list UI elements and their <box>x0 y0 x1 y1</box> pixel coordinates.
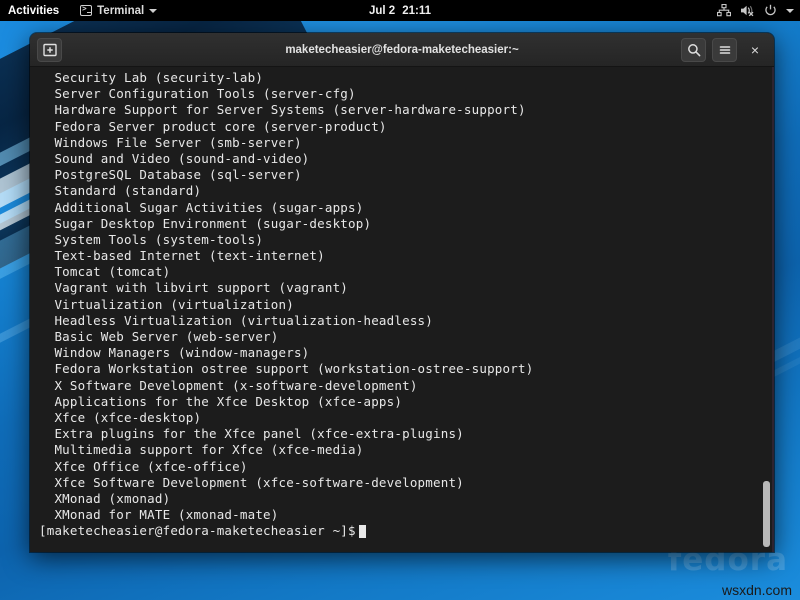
terminal-line: Xfce (xfce-desktop) <box>39 409 202 425</box>
chevron-down-icon[interactable] <box>786 8 794 13</box>
terminal-line: Security Lab (security-lab) <box>39 70 264 85</box>
terminal-line: System Tools (system-tools) <box>39 231 264 247</box>
terminal-line: PostgreSQL Database (sql-server) <box>39 167 302 183</box>
terminal-output: Security Lab (security-lab) Server Confi… <box>30 70 774 523</box>
terminal-line: Extra plugins for the Xfce panel (xfce-e… <box>39 426 464 442</box>
prompt-text: [maketecheasier@fedora-maketecheasier ~]… <box>39 523 356 539</box>
power-icon[interactable] <box>764 4 777 17</box>
terminal-right-edge <box>772 67 774 552</box>
app-menu-terminal[interactable]: Terminal <box>80 4 158 17</box>
terminal-scrollbar-thumb[interactable] <box>763 481 770 547</box>
window-title: maketecheasier@fedora-maketecheasier:~ <box>285 43 519 56</box>
terminal-line: Headless Virtualization (virtualization-… <box>39 312 434 328</box>
system-tray[interactable] <box>717 4 794 17</box>
site-watermark: wsxdn.com <box>721 582 792 598</box>
clock[interactable]: Jul 2 21:11 <box>369 5 431 17</box>
terminal-line: Window Managers (window-managers) <box>39 345 310 361</box>
clock-time: 21:11 <box>402 4 431 17</box>
clock-date: Jul 2 <box>369 4 396 17</box>
terminal-line: Server Configuration Tools (server-cfg) <box>39 86 356 102</box>
terminal-line: Additional Sugar Activities (sugar-apps) <box>39 199 364 215</box>
terminal-line: X Software Development (x-software-devel… <box>39 377 418 393</box>
chevron-down-icon <box>149 8 158 13</box>
terminal-line: Multimedia support for Xfce (xfce-media) <box>39 442 364 458</box>
terminal-line: Sugar Desktop Environment (sugar-desktop… <box>39 215 372 231</box>
gnome-top-bar: Activities Terminal Jul 2 21:11 <box>0 0 800 21</box>
terminal-scrollbar-track[interactable] <box>763 67 772 552</box>
terminal-line: Virtualization (virtualization) <box>39 296 294 312</box>
app-menu-label: Terminal <box>97 4 145 17</box>
terminal-line: Fedora Workstation ostree support (works… <box>39 361 534 377</box>
terminal-line: XMonad (xmonad) <box>39 490 171 506</box>
terminal-line: Tomcat (tomcat) <box>39 264 171 280</box>
terminal-line: Xfce Office (xfce-office) <box>39 458 248 474</box>
terminal-line: Xfce Software Development (xfce-software… <box>39 474 464 490</box>
hamburger-menu-icon[interactable] <box>712 37 737 62</box>
terminal-line: Fedora Server product core (server-produ… <box>39 118 387 134</box>
network-icon[interactable] <box>717 4 731 17</box>
new-terminal-icon[interactable] <box>37 37 62 62</box>
close-icon[interactable]: × <box>743 38 767 62</box>
terminal-line: Applications for the Xfce Desktop (xfce-… <box>39 393 403 409</box>
terminal-line: Windows File Server (smb-server) <box>39 134 302 150</box>
terminal-line: Text-based Internet (text-internet) <box>39 248 325 264</box>
window-titlebar[interactable]: maketecheasier@fedora-maketecheasier:~ × <box>30 33 774 67</box>
volume-muted-icon[interactable] <box>740 4 755 17</box>
terminal-cursor <box>358 524 366 538</box>
activities-button[interactable]: Activities <box>0 5 68 17</box>
terminal-line: Vagrant with libvirt support (vagrant) <box>39 280 349 296</box>
search-icon[interactable] <box>681 37 706 62</box>
terminal-line: Sound and Video (sound-and-video) <box>39 150 310 166</box>
terminal-prompt-line: [maketecheasier@fedora-maketecheasier ~]… <box>30 523 774 539</box>
terminal-icon <box>80 4 93 16</box>
terminal-line: Hardware Support for Server Systems (ser… <box>39 102 526 118</box>
terminal-window: maketecheasier@fedora-maketecheasier:~ ×… <box>30 33 774 552</box>
terminal-line: XMonad for MATE (xmonad-mate) <box>39 507 279 523</box>
titlebar-actions: × <box>681 37 767 62</box>
terminal-line: Standard (standard) <box>39 183 202 199</box>
terminal-line: Basic Web Server (web-server) <box>39 329 279 344</box>
terminal-body[interactable]: Security Lab (security-lab) Server Confi… <box>30 67 774 552</box>
